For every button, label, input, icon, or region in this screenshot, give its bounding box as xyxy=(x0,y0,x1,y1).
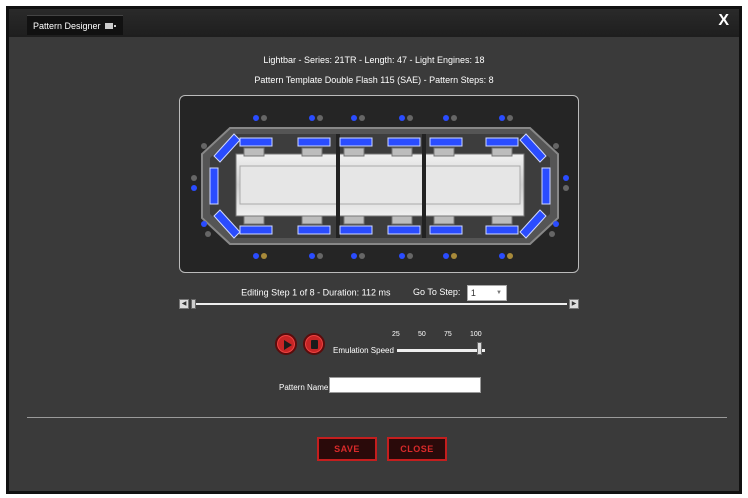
emulation-tick: 25 xyxy=(392,331,400,338)
emulation-speed-track[interactable] xyxy=(397,349,485,352)
pattern-info: Pattern Template Double Flash 115 (SAE) … xyxy=(254,75,494,85)
chevron-down-icon: ▼ xyxy=(495,290,502,296)
emulation-tick: 50 xyxy=(418,331,426,338)
lightbar-preview[interactable] xyxy=(179,95,579,273)
emulation-speed-thumb[interactable] xyxy=(477,342,482,355)
pattern-name-input[interactable] xyxy=(329,377,481,393)
lightbar-illustration xyxy=(191,115,569,259)
close-button[interactable]: CLOSE xyxy=(387,437,447,461)
close-window-button[interactable]: X xyxy=(718,12,729,30)
emulation-speed-label: Emulation Speed xyxy=(333,346,394,355)
stop-button[interactable] xyxy=(303,333,325,355)
window-menu-icon[interactable] xyxy=(105,23,116,29)
window-title: Pattern Designer xyxy=(33,21,101,31)
title-bar: Pattern Designer X xyxy=(9,9,739,37)
editing-step-text: Editing Step 1 of 8 - Duration: 112 ms xyxy=(241,287,391,298)
emulation-tick: 100 xyxy=(470,331,482,338)
step-scrollbar[interactable]: ◀ ▶ xyxy=(179,299,579,311)
goto-step-value: 1 xyxy=(470,288,476,298)
save-button[interactable]: SAVE xyxy=(317,437,377,461)
play-button[interactable] xyxy=(275,333,297,355)
pattern-name-label: Pattern Name: xyxy=(279,383,331,392)
step-scroll-thumb[interactable] xyxy=(191,299,196,309)
goto-step-label: Go To Step: xyxy=(413,287,461,298)
step-scroll-track[interactable] xyxy=(191,303,567,305)
pattern-designer-window: Pattern Designer X Lightbar - Series: 21… xyxy=(6,6,742,494)
footer-divider xyxy=(27,417,727,418)
window-tab: Pattern Designer xyxy=(27,15,123,35)
scroll-left-button[interactable]: ◀ xyxy=(179,299,189,309)
scroll-right-button[interactable]: ▶ xyxy=(569,299,579,309)
lightbar-info: Lightbar - Series: 21TR - Length: 47 - L… xyxy=(263,55,485,65)
emulation-tick: 75 xyxy=(444,331,452,338)
